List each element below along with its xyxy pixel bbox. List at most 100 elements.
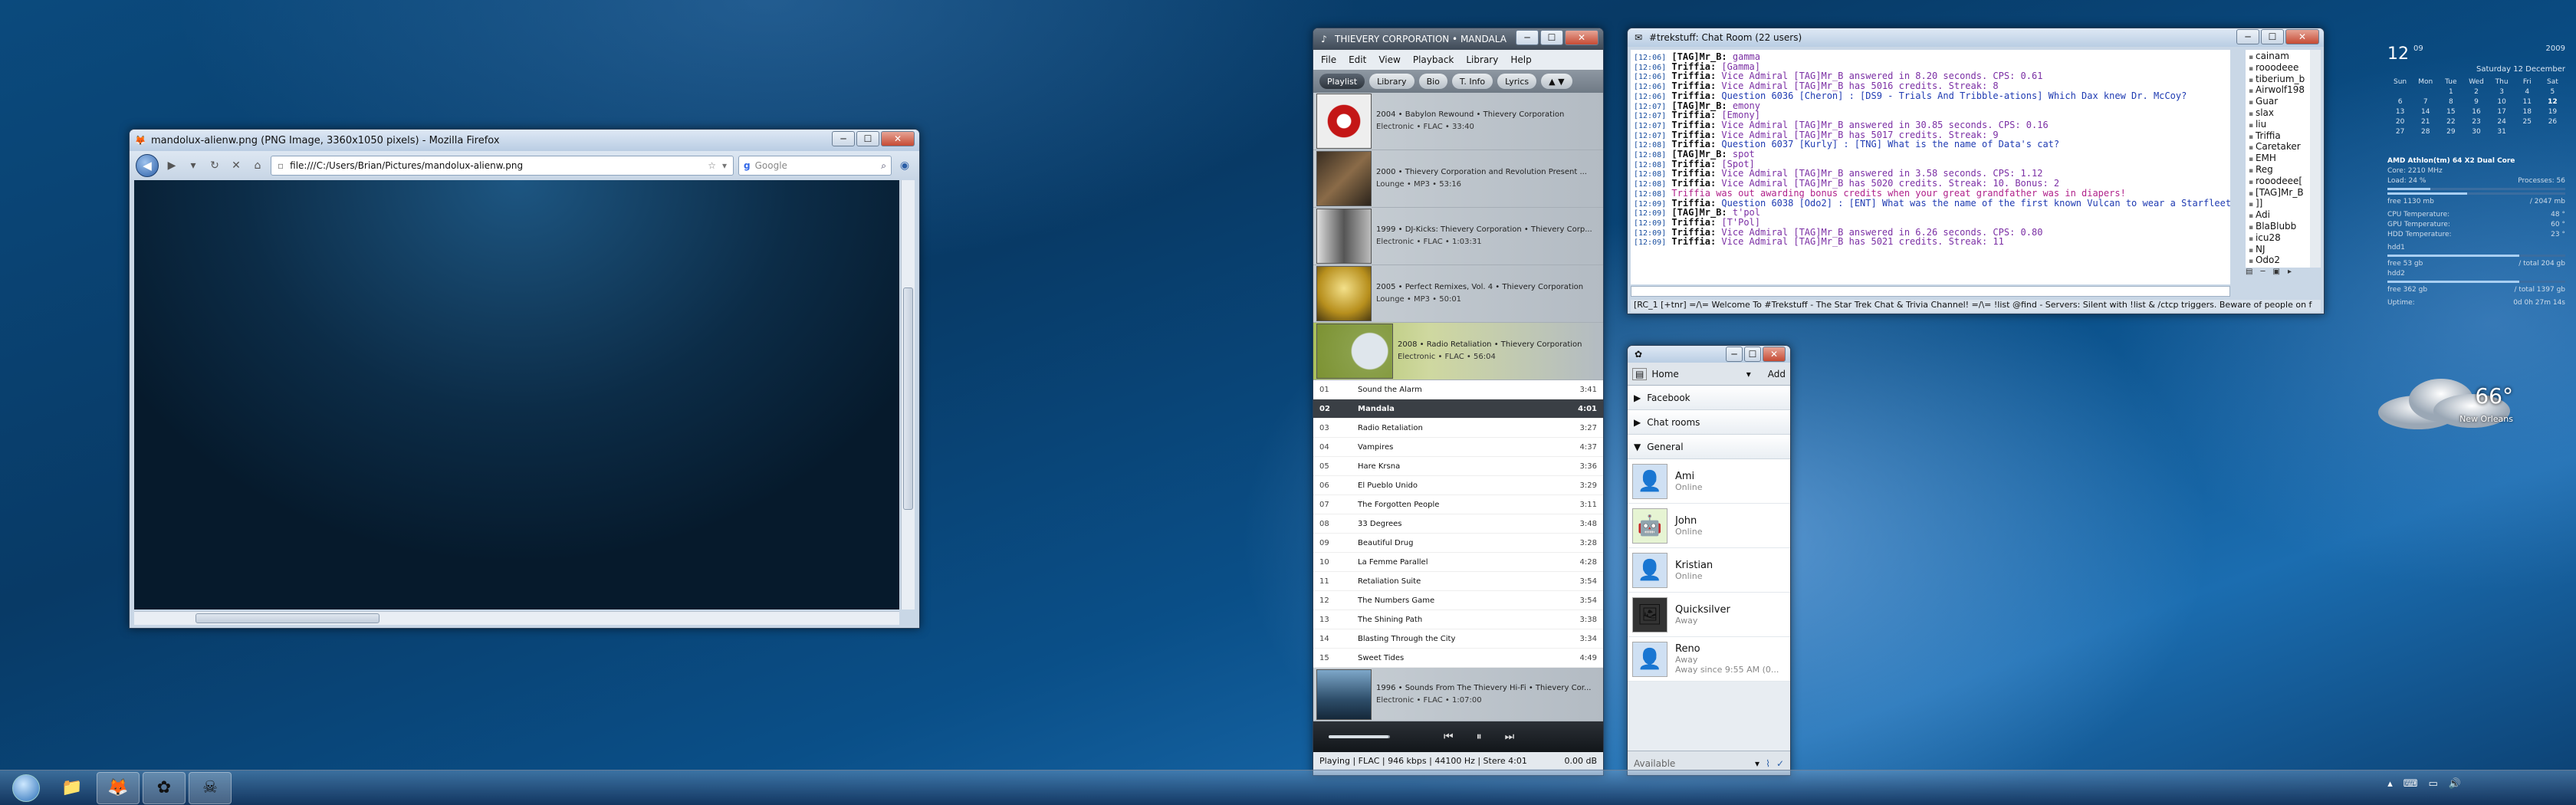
bookmark-star-icon[interactable]: ☆ [708, 160, 716, 171]
calendar-day-cell[interactable]: 12 [2540, 98, 2565, 106]
maximize-button[interactable]: ☐ [1540, 30, 1563, 45]
calendar-day-cell[interactable]: 29 [2438, 128, 2463, 136]
menu-view[interactable]: View [1378, 54, 1400, 65]
album-item[interactable]: 1999 • DJ-Kicks: Thievery Corporation • … [1313, 208, 1603, 265]
check-icon[interactable]: ✓ [1776, 758, 1784, 769]
calendar-day-cell[interactable]: 15 [2438, 108, 2463, 116]
monitor-icon[interactable]: ▭ [2429, 778, 2438, 790]
tab-playlist[interactable]: Playlist [1319, 74, 1365, 89]
nick-item[interactable]: ▪ rooodeee [2249, 62, 2308, 74]
irc-titlebar[interactable]: ✉ #trekstuff: Chat Room (22 users) ─ ☐ ✕ [1628, 28, 2324, 47]
wifi-icon[interactable]: ⌇ [1766, 758, 1770, 769]
calendar-day-cell[interactable]: 8 [2438, 98, 2463, 106]
search-box[interactable]: g Google ⌕ [738, 156, 892, 176]
calendar-day-cell[interactable] [2387, 88, 2413, 96]
calendar-day-cell[interactable]: 23 [2463, 118, 2489, 126]
group-general[interactable]: ▼ General [1628, 435, 1790, 459]
nick-scrollbar[interactable] [2310, 50, 2321, 268]
track-row[interactable]: 08 33 Degrees 3:48 [1313, 514, 1603, 534]
calendar-day-cell[interactable]: 25 [2515, 118, 2540, 126]
dropdown-arrow-icon[interactable]: ▾ [1746, 369, 1751, 380]
weather-gadget[interactable]: 66° New Orleans [2372, 373, 2522, 437]
maximize-button[interactable]: ☐ [856, 131, 879, 146]
calendar-day-cell[interactable] [2413, 88, 2438, 96]
close-button[interactable]: ✕ [881, 131, 915, 146]
calendar-day-cell[interactable]: 14 [2413, 108, 2438, 116]
calendar-day-cell[interactable]: 5 [2540, 88, 2565, 96]
menu-library[interactable]: Library [1466, 54, 1498, 65]
search-icon[interactable]: ⌕ [881, 160, 886, 172]
minimize-button[interactable]: ─ [832, 131, 855, 146]
tab-arrows[interactable]: ▲ ▼ [1541, 74, 1572, 89]
calendar-day-cell[interactable]: 7 [2413, 98, 2438, 106]
menu-icon[interactable]: ▤ [1632, 367, 1648, 380]
start-button[interactable] [5, 772, 48, 804]
home-button[interactable]: ⌂ [249, 157, 266, 174]
menu-file[interactable]: File [1321, 54, 1336, 65]
nick-item[interactable]: ▪ liu [2249, 119, 2308, 131]
track-row[interactable]: 04 Vampires 4:37 [1313, 438, 1603, 457]
calendar-day-cell[interactable]: 28 [2413, 128, 2438, 136]
menu-edit[interactable]: Edit [1349, 54, 1366, 65]
calendar-day-cell[interactable]: 1 [2438, 88, 2463, 96]
tab-lyrics[interactable]: Lyrics [1497, 74, 1537, 89]
im-taskbar-icon[interactable]: ✿ [143, 771, 186, 804]
calendar-day-cell[interactable] [2515, 128, 2540, 136]
nick-item[interactable]: ▪ NJ [2249, 244, 2308, 256]
track-row[interactable]: 15 Sweet Tides 4:49 [1313, 649, 1603, 668]
track-row[interactable]: 03 Radio Retaliation 3:27 [1313, 419, 1603, 438]
next-icon[interactable]: ⏭ [1505, 731, 1515, 743]
dropdown-arrow-icon[interactable]: ▾ [185, 157, 202, 174]
minimize-button[interactable]: ─ [2236, 29, 2259, 44]
volume-icon[interactable]: 🔊 [2449, 778, 2461, 790]
calendar-day-cell[interactable]: 17 [2489, 108, 2515, 116]
nick-item[interactable]: ▪ Triffia [2249, 130, 2308, 143]
list-icon[interactable]: ▤ [2246, 268, 2252, 276]
nick-item[interactable]: ▪ Adi [2249, 210, 2308, 222]
chat-input[interactable] [1631, 286, 2230, 297]
google-icon[interactable]: g [744, 160, 751, 171]
contact-item[interactable]: 🖼 Quicksilver Away [1628, 593, 1790, 637]
minimize-button[interactable]: ─ [1726, 347, 1743, 362]
calendar-day-cell[interactable]: 20 [2387, 118, 2413, 126]
calendar-day-cell[interactable]: 16 [2463, 108, 2489, 116]
home-dropdown[interactable]: Home [1651, 369, 1741, 380]
group-facebook[interactable]: ▶ Facebook [1628, 386, 1790, 410]
album-item[interactable]: 2004 • Babylon Rewound • Thievery Corpor… [1313, 93, 1603, 150]
calendar-day-cell[interactable]: 4 [2515, 88, 2540, 96]
close-button[interactable]: ✕ [1565, 30, 1598, 45]
addon-icon[interactable]: ◉ [896, 157, 913, 174]
nick-item[interactable]: ▪ Airwolf198 [2249, 85, 2308, 97]
nick-item[interactable]: ▪ icu28 [2249, 232, 2308, 245]
url-dropdown-icon[interactable]: ▾ [722, 160, 727, 171]
nick-item[interactable]: ▪ slax [2249, 108, 2308, 120]
track-row[interactable]: 13 The Shining Path 3:38 [1313, 610, 1603, 629]
calendar-day-cell[interactable]: 19 [2540, 108, 2565, 116]
contact-item[interactable]: 🤖 John Online [1628, 504, 1790, 548]
nick-item[interactable]: ▪ EMH [2249, 153, 2308, 165]
minus-icon[interactable]: ─ [2260, 268, 2265, 276]
back-button[interactable]: ◀ [136, 154, 159, 177]
scroll-thumb[interactable] [903, 288, 913, 510]
tab-bio[interactable]: Bio [1418, 74, 1447, 89]
album-item[interactable]: 2000 • Thievery Corporation and Revoluti… [1313, 150, 1603, 208]
menu-playback[interactable]: Playback [1413, 54, 1454, 65]
nick-item[interactable]: ▪ Guar [2249, 97, 2308, 108]
calendar-day-cell[interactable]: 21 [2413, 118, 2438, 126]
calendar-day-cell[interactable]: 13 [2387, 108, 2413, 116]
track-row[interactable]: 05 Hare Krsna 3:36 [1313, 457, 1603, 476]
nick-item[interactable]: ▪ Caretaker [2249, 142, 2308, 153]
maximize-button[interactable]: ☐ [2261, 29, 2284, 44]
track-row[interactable]: 07 The Forgotten People 3:11 [1313, 495, 1603, 514]
explorer-icon[interactable]: 📁 [51, 772, 94, 804]
nick-item[interactable]: ▪ tiberium_b [2249, 74, 2308, 86]
calendar-day-cell[interactable] [2540, 128, 2565, 136]
nick-item[interactable]: ▪ Reg [2249, 165, 2308, 176]
track-row[interactable]: 10 La Femme Parallel 4:28 [1313, 553, 1603, 572]
menu-help[interactable]: Help [1510, 54, 1531, 65]
nick-item[interactable]: ▪ [TAG]Mr_B [2249, 187, 2308, 199]
calendar-day-cell[interactable]: 22 [2438, 118, 2463, 126]
add-button[interactable]: Add [1768, 369, 1786, 380]
vertical-scrollbar[interactable] [901, 180, 915, 610]
nick-item[interactable]: ▪ ]] [2249, 199, 2308, 210]
